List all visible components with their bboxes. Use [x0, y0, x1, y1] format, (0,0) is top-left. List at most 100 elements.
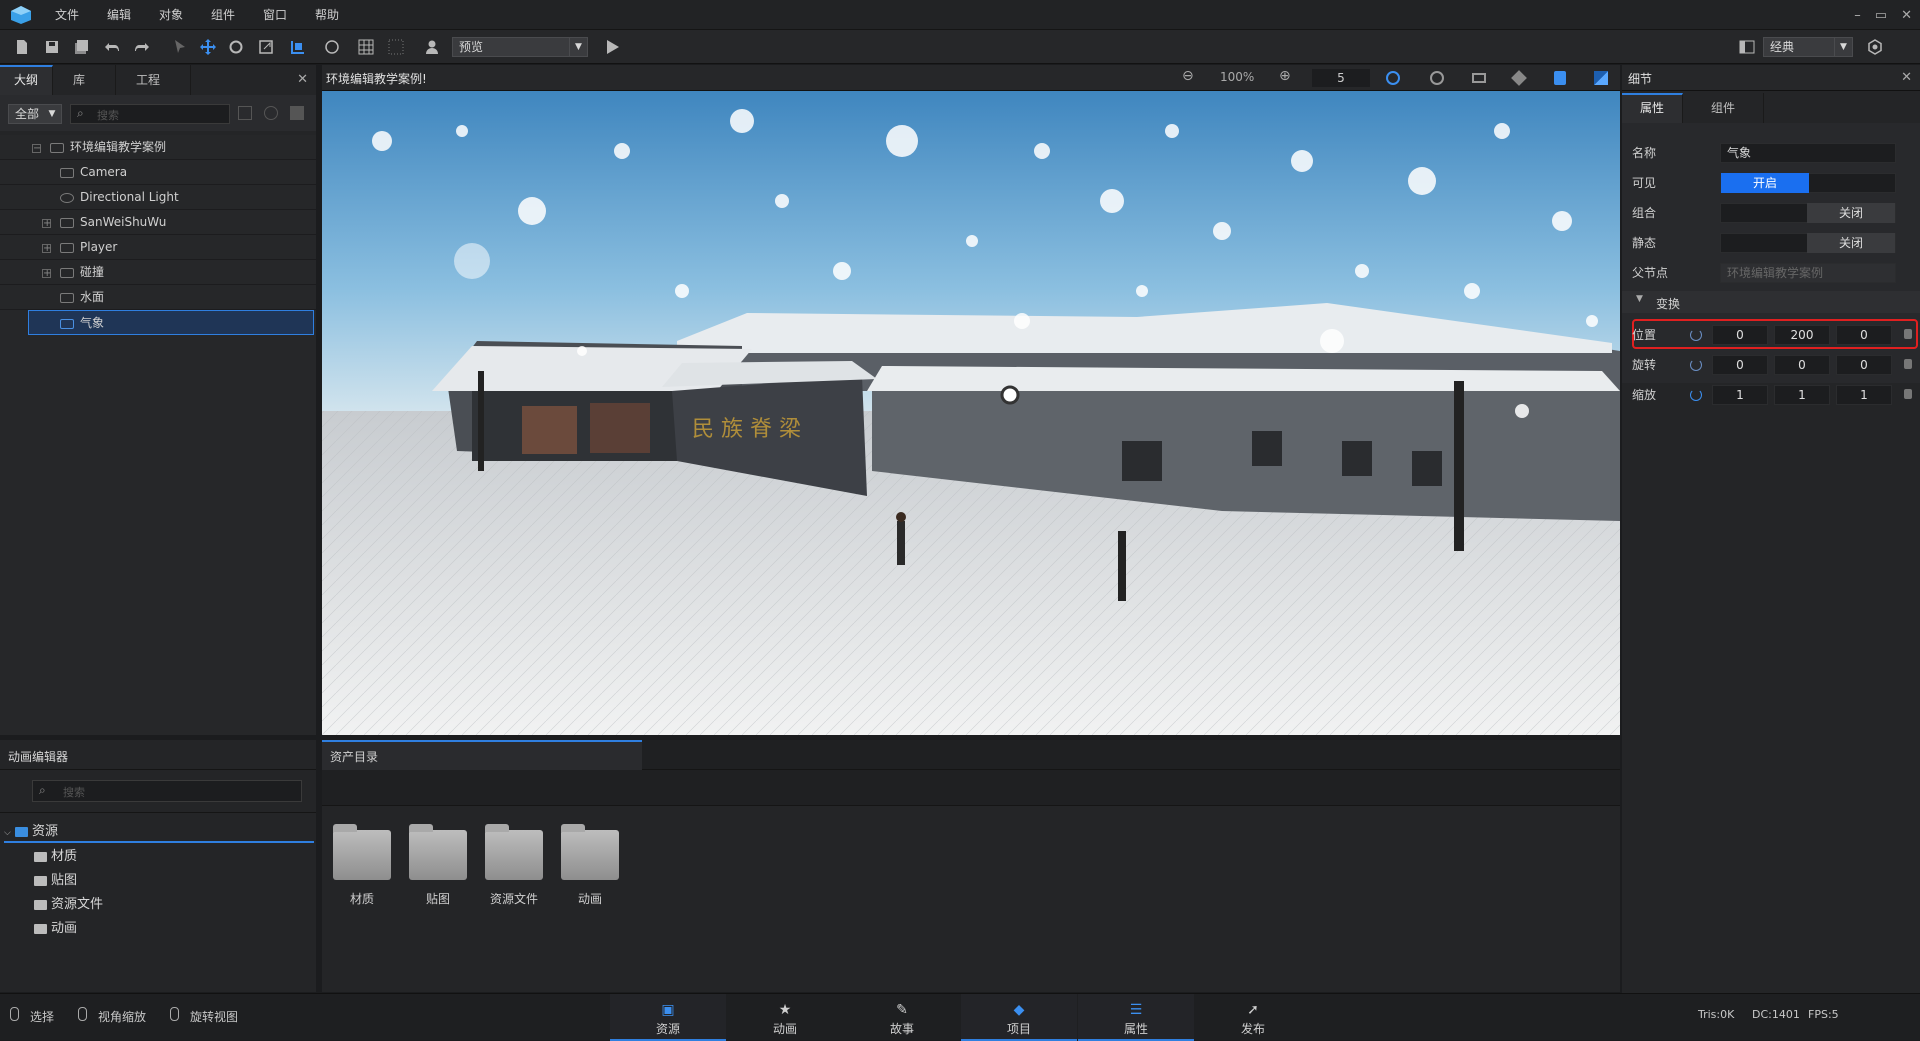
scale-tool-icon[interactable] — [256, 37, 276, 57]
chart-icon[interactable] — [1594, 71, 1608, 85]
group-toggle[interactable]: 关闭 — [1720, 203, 1896, 223]
tab-project[interactable]: 工程 — [116, 65, 192, 95]
minimize-button[interactable]: – — [1854, 8, 1861, 23]
menu-file[interactable]: 文件 — [55, 0, 79, 30]
zoom-out-icon[interactable]: ⊖ — [1182, 68, 1194, 84]
settings-icon[interactable] — [1865, 37, 1885, 57]
reset-icon[interactable] — [1690, 389, 1702, 401]
tab-properties[interactable]: 属性 — [1622, 93, 1684, 123]
folder-label: 动画 — [51, 921, 78, 936]
lock-icon[interactable] — [1904, 359, 1912, 369]
new-file-icon[interactable] — [12, 37, 32, 57]
reset-icon[interactable] — [1690, 329, 1702, 341]
tree-item-light[interactable]: Directional Light — [0, 185, 316, 210]
save-all-icon[interactable] — [72, 37, 92, 57]
close-icon[interactable]: ✕ — [297, 72, 308, 87]
mouse-icon — [10, 1007, 19, 1021]
tree-item-water[interactable]: 水面 — [0, 285, 316, 310]
rotation-x-input[interactable]: 0 — [1712, 355, 1768, 375]
orbit-icon[interactable] — [1386, 71, 1400, 85]
video-camera-icon[interactable] — [1472, 73, 1486, 83]
static-toggle[interactable]: 关闭 — [1720, 233, 1896, 253]
position-z-input[interactable]: 0 — [1836, 325, 1892, 345]
anim-editor-title: 动画编辑器 — [8, 750, 69, 764]
zoom-in-icon[interactable]: ⊕ — [1279, 68, 1291, 84]
settings-gear-icon[interactable] — [1430, 71, 1444, 85]
save-icon[interactable] — [42, 37, 62, 57]
bottom-tab-properties[interactable]: ☰ 属性 — [1078, 994, 1194, 1041]
menu-window[interactable]: 窗口 — [263, 0, 287, 30]
tree-item-camera[interactable]: Camera — [0, 160, 316, 185]
asset-folder-resource-files[interactable]: 资源文件 — [484, 824, 544, 907]
mouse-icon — [170, 1007, 179, 1021]
tab-library[interactable]: 库 — [53, 65, 117, 95]
tree-item-collision[interactable]: 碰撞 — [0, 260, 316, 285]
reset-icon[interactable] — [1690, 359, 1702, 371]
folder-texture[interactable]: 贴图 — [34, 869, 77, 892]
asset-folder-texture[interactable]: 贴图 — [408, 824, 468, 907]
visible-toggle[interactable]: 开启 — [1720, 173, 1896, 193]
cube-icon[interactable] — [1511, 70, 1527, 86]
tree-item-weather[interactable]: 气象 — [28, 310, 314, 335]
rotation-z-input[interactable]: 0 — [1836, 355, 1892, 375]
transform-header[interactable]: ▼ 变换 — [1622, 291, 1920, 313]
rotation-y-input[interactable]: 0 — [1774, 355, 1830, 375]
lock-icon[interactable] — [1904, 389, 1912, 399]
expand-all-icon[interactable] — [238, 106, 252, 120]
filter-select[interactable]: 全部 ▼ — [8, 104, 62, 124]
menu-edit[interactable]: 编辑 — [107, 0, 131, 30]
scale-y-input[interactable]: 1 — [1774, 385, 1830, 405]
position-y-input[interactable]: 200 — [1774, 325, 1830, 345]
move-tool-icon[interactable] — [198, 37, 218, 57]
user-icon[interactable] — [422, 37, 442, 57]
anim-search-input[interactable]: ⌕ 搜索 — [32, 780, 302, 802]
tree-item-scene[interactable]: 环境编辑教学案例 — [0, 135, 316, 160]
tab-outline[interactable]: 大纲 — [0, 65, 54, 95]
tab-asset-directory[interactable]: 资产目录 — [322, 740, 642, 770]
grid-icon[interactable] — [356, 37, 376, 57]
folder-animation[interactable]: 动画 — [34, 917, 77, 940]
dot-grid-icon[interactable] — [386, 37, 406, 57]
name-field[interactable]: 气象 — [1720, 143, 1896, 163]
close-button[interactable]: ✕ — [1901, 8, 1912, 23]
tab-components[interactable]: 组件 — [1683, 93, 1765, 123]
position-x-input[interactable]: 0 — [1712, 325, 1768, 345]
menu-component[interactable]: 组件 — [211, 0, 235, 30]
asset-folder-material[interactable]: 材质 — [332, 824, 392, 907]
assets-root[interactable]: ⌵ 资源 — [4, 820, 314, 843]
layout-icon[interactable] — [1737, 37, 1757, 57]
folder-icon — [561, 824, 619, 880]
snap-icon[interactable] — [288, 37, 308, 57]
folder-material[interactable]: 材质 — [34, 845, 77, 868]
mode-select[interactable]: 预览 ▼ — [452, 37, 588, 57]
play-icon[interactable] — [602, 37, 622, 57]
folder-resource-files[interactable]: 资源文件 — [34, 893, 103, 916]
lock-icon[interactable] — [1904, 329, 1912, 339]
bottom-tab-animation[interactable]: ★ 动画 — [727, 994, 843, 1041]
link-icon[interactable] — [264, 106, 278, 120]
close-icon[interactable]: ✕ — [1901, 70, 1912, 85]
select-tool-icon[interactable] — [170, 37, 190, 57]
bottom-tab-publish[interactable]: ➚ 发布 — [1195, 994, 1311, 1041]
outline-search-input[interactable]: ⌕ 搜索 — [70, 104, 230, 124]
scale-z-input[interactable]: 1 — [1836, 385, 1892, 405]
tree-item-sanweishuwu[interactable]: SanWeiShuWu — [0, 210, 316, 235]
tree-item-player[interactable]: Player — [0, 235, 316, 260]
menu-help[interactable]: 帮助 — [315, 0, 339, 30]
menu-object[interactable]: 对象 — [159, 0, 183, 30]
bottom-tab-project[interactable]: ◆ 项目 — [961, 994, 1077, 1041]
bottom-tab-story[interactable]: ✎ 故事 — [844, 994, 960, 1041]
scale-x-input[interactable]: 1 — [1712, 385, 1768, 405]
asset-folder-animation[interactable]: 动画 — [560, 824, 620, 907]
layout-select[interactable]: 经典 ▼ — [1763, 37, 1853, 57]
restore-button[interactable]: ▭ — [1875, 8, 1887, 23]
bottom-tab-resources[interactable]: ▣ 资源 — [610, 994, 726, 1041]
undo-icon[interactable] — [102, 37, 122, 57]
bookmark-icon[interactable] — [1554, 71, 1566, 85]
image-icon[interactable] — [290, 106, 304, 120]
scene-view[interactable]: 民 族 脊 梁 — [322, 91, 1620, 735]
camera-speed-input[interactable]: 5 — [1312, 69, 1370, 87]
cloud-icon[interactable] — [322, 37, 342, 57]
redo-icon[interactable] — [132, 37, 152, 57]
rotate-tool-icon[interactable] — [226, 37, 246, 57]
